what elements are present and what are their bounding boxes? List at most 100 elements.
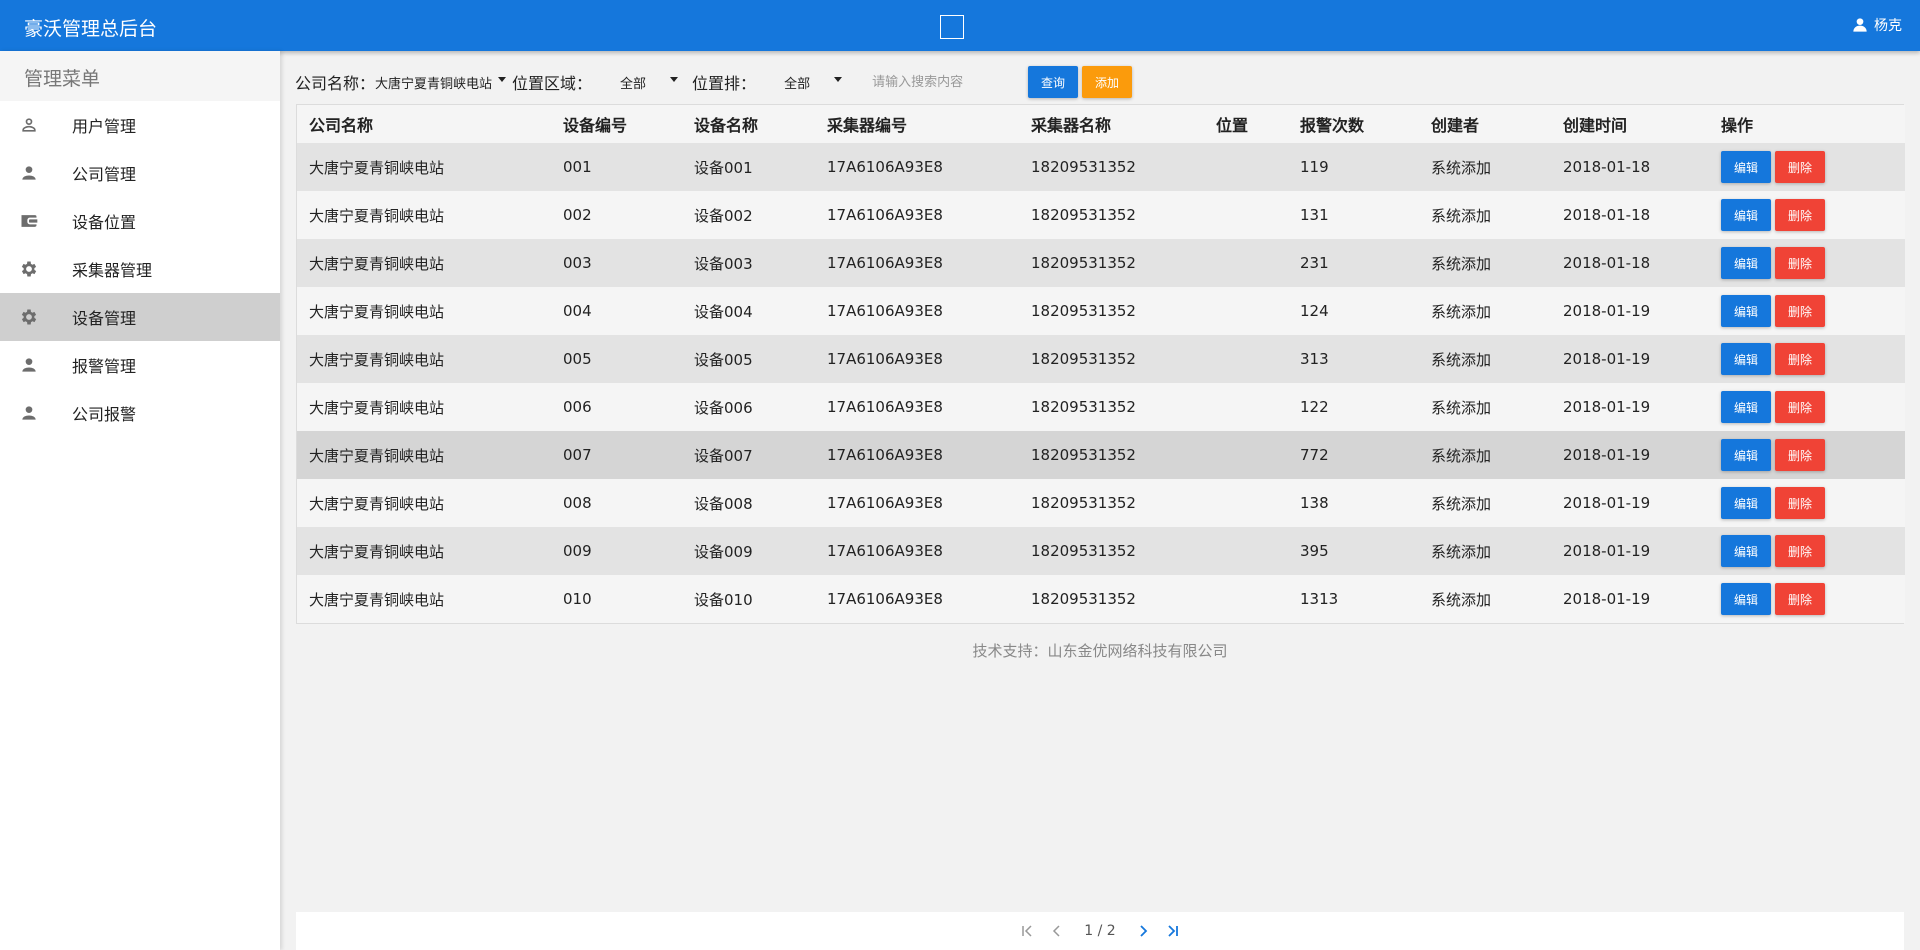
cell-created: 2018-01-19 [1551,575,1709,623]
delete-button[interactable]: 删除 [1775,343,1825,375]
sidebar-item-companies[interactable]: 公司管理 [0,149,280,197]
edit-button[interactable]: 编辑 [1721,247,1771,279]
sidebar-item-label: 设备管理 [72,309,137,328]
cell-alarms: 138 [1288,479,1419,527]
delete-button[interactable]: 删除 [1775,295,1825,327]
sidebar-item-collectors[interactable]: 采集器管理 [0,245,280,293]
table-row: 大唐宁夏青铜峡电站 004 设备004 17A6106A93E8 18209531352… [297,287,1905,335]
first-page-icon[interactable] [1016,920,1038,942]
pagination: 1 / 2 [296,912,1904,950]
cell-creator: 系统添加 [1419,191,1551,239]
next-page-icon[interactable] [1132,920,1154,942]
edit-button[interactable]: 编辑 [1721,199,1771,231]
sidebar-item-device-location[interactable]: 设备位置 [0,197,280,245]
edit-button[interactable]: 编辑 [1721,583,1771,615]
column-header: 设备名称 [682,105,815,143]
menu-title: 管理菜单 [0,51,280,101]
cell-code: 007 [551,431,682,479]
delete-button[interactable]: 删除 [1775,199,1825,231]
delete-button[interactable]: 删除 [1775,535,1825,567]
sidebar: 管理菜单 用户管理 公司管理 设备位置 采集器管理 设备管理 报警管理 公司报警 [0,51,280,950]
cell-created: 2018-01-18 [1551,143,1709,191]
column-header: 报警次数 [1288,105,1419,143]
last-page-icon[interactable] [1162,920,1184,942]
column-header: 创建者 [1419,105,1551,143]
delete-button[interactable]: 删除 [1775,151,1825,183]
cell-company: 大唐宁夏青铜峡电站 [297,287,551,335]
person-outline-icon [18,114,40,136]
cell-company: 大唐宁夏青铜峡电站 [297,431,551,479]
edit-button[interactable]: 编辑 [1721,487,1771,519]
cell-collector-name: 18209531352 [1019,431,1204,479]
cell-location [1204,143,1288,191]
top-bar: 豪沃管理总后台 杨克 [0,0,1920,51]
cell-collector-name: 18209531352 [1019,239,1204,287]
delete-button[interactable]: 删除 [1775,247,1825,279]
cell-creator: 系统添加 [1419,287,1551,335]
app-title: 豪沃管理总后台 [24,18,158,40]
cell-company: 大唐宁夏青铜峡电站 [297,575,551,623]
cell-actions: 编辑 删除 [1709,287,1905,335]
cell-name: 设备001 [682,143,815,191]
sidebar-item-devices[interactable]: 设备管理 [0,293,280,341]
cell-location [1204,191,1288,239]
delete-button[interactable]: 删除 [1775,487,1825,519]
table-row: 大唐宁夏青铜峡电站 006 设备006 17A6106A93E8 18209531352… [297,383,1905,431]
edit-button[interactable]: 编辑 [1721,391,1771,423]
cell-actions: 编辑 删除 [1709,575,1905,623]
cell-actions: 编辑 删除 [1709,335,1905,383]
cell-company: 大唐宁夏青铜峡电站 [297,191,551,239]
cell-location [1204,527,1288,575]
sidebar-item-label: 采集器管理 [72,261,153,280]
edit-button[interactable]: 编辑 [1721,439,1771,471]
cell-creator: 系统添加 [1419,527,1551,575]
cell-collector-code: 17A6106A93E8 [815,335,1019,383]
square-icon[interactable] [940,15,964,39]
table-row: 大唐宁夏青铜峡电站 001 设备001 17A6106A93E8 18209531352… [297,143,1905,191]
query-button[interactable]: 查询 [1028,66,1079,98]
cell-actions: 编辑 删除 [1709,239,1905,287]
prev-page-icon[interactable] [1046,920,1068,942]
cell-collector-code: 17A6106A93E8 [815,431,1019,479]
cell-alarms: 131 [1288,191,1419,239]
sidebar-item-company-alarms[interactable]: 公司报警 [0,389,280,437]
user-menu[interactable]: 杨克 [1852,15,1902,35]
sidebar-item-label: 设备位置 [72,213,137,232]
delete-button[interactable]: 删除 [1775,391,1825,423]
cell-actions: 编辑 删除 [1709,191,1905,239]
delete-button[interactable]: 删除 [1775,583,1825,615]
sidebar-item-alarms[interactable]: 报警管理 [0,341,280,389]
cell-location [1204,239,1288,287]
cell-name: 设备002 [682,191,815,239]
cell-name: 设备008 [682,479,815,527]
cell-company: 大唐宁夏青铜峡电站 [297,335,551,383]
column-header: 设备编号 [551,105,682,143]
edit-button[interactable]: 编辑 [1721,151,1771,183]
cell-collector-code: 17A6106A93E8 [815,383,1019,431]
cell-company: 大唐宁夏青铜峡电站 [297,239,551,287]
row-select[interactable]: 全部 [756,66,856,98]
add-button[interactable]: 添加 [1082,66,1133,98]
edit-button[interactable]: 编辑 [1721,343,1771,375]
area-select[interactable]: 全部 [592,66,692,98]
edit-button[interactable]: 编辑 [1721,535,1771,567]
cell-collector-code: 17A6106A93E8 [815,287,1019,335]
sidebar-item-label: 用户管理 [72,117,137,136]
cell-actions: 编辑 删除 [1709,383,1905,431]
cell-code: 008 [551,479,682,527]
company-select[interactable]: 大唐宁夏青铜峡电站 [375,73,492,92]
cell-creator: 系统添加 [1419,575,1551,623]
search-input[interactable] [866,66,1017,98]
edit-button[interactable]: 编辑 [1721,295,1771,327]
caret-down-icon[interactable] [498,76,507,82]
person-icon [18,162,40,184]
cell-creator: 系统添加 [1419,431,1551,479]
cell-company: 大唐宁夏青铜峡电站 [297,479,551,527]
cell-code: 004 [551,287,682,335]
cell-collector-code: 17A6106A93E8 [815,239,1019,287]
sidebar-item-users[interactable]: 用户管理 [0,101,280,149]
area-filter-label: 位置区域： [512,74,593,93]
cell-collector-name: 18209531352 [1019,191,1204,239]
delete-button[interactable]: 删除 [1775,439,1825,471]
cell-created: 2018-01-19 [1551,287,1709,335]
